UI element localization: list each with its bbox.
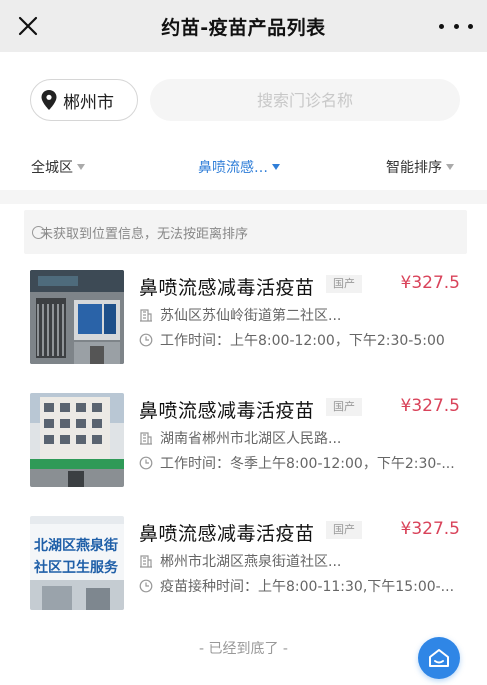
clinic-card[interactable]: 鼻喷流感减毒活疫苗 国产 ¥327.5 苏仙区苏仙岭街道第二社区... 工作时间… [0,270,487,390]
filter-sort-label: 智能排序 [386,160,442,176]
clinic-address-text: 苏仙区苏仙岭街道第二社区... [160,308,342,324]
dropdown-triangle-icon [272,164,280,170]
page-title: 约苗-疫苗产品列表 [161,16,326,39]
clinic-hours: 工作时间：冬季上午8:00-12:00，下午2:30-... [139,453,469,473]
clinic-hours-text: 工作时间：上午8:00-12:00，下午2:30-5:00 [160,333,445,349]
clinic-sign-text: 社区卫生服务 [33,559,119,576]
building-icon [140,432,152,445]
vaccine-price: ¥327.5 [400,396,460,416]
clinic-address-text: 郴州市北湖区燕泉街道社区... [160,554,342,570]
origin-tag: 国产 [326,275,362,293]
clinic-card[interactable]: 北湖区燕泉街 社区卫生服务 鼻喷流感减毒活疫苗 国产 ¥327.5 郴州市北湖区… [0,516,487,636]
vaccine-price: ¥327.5 [400,519,460,539]
clinic-address: 郴州市北湖区燕泉街道社区... [139,551,369,571]
dropdown-triangle-icon [77,164,85,170]
filter-bar: 全城区 鼻喷流感… 智能排序 [0,150,487,190]
vaccine-name: 鼻喷流感减毒活疫苗 [139,400,315,422]
filter-sort[interactable]: 智能排序 [386,154,454,180]
dot [468,23,473,29]
clock-icon [139,333,153,347]
clinic-address: 苏仙区苏仙岭街道第二社区... [139,305,369,325]
building-icon [140,555,152,568]
section-divider [0,190,487,204]
origin-tag: 国产 [326,398,362,416]
filter-vaccine[interactable]: 鼻喷流感… [198,154,280,180]
vaccine-name: 鼻喷流感减毒活疫苗 [139,277,315,299]
search-box[interactable] [150,79,460,121]
info-icon [32,225,45,239]
clinic-hours-text: 工作时间：冬季上午8:00-12:00，下午2:30-... [160,456,455,472]
building-icon [140,309,152,322]
home-button[interactable] [418,637,460,679]
notice-text: 未获取到位置信息，无法按距离排序 [40,226,249,242]
clinic-hours: 疫苗接种时间：上午8:00-11:30,下午15:00-... [139,576,469,596]
clinic-hours-text: 疫苗接种时间：上午8:00-11:30,下午15:00-... [160,579,455,595]
location-pin-icon [41,90,57,110]
search-row: 郴州市 [0,52,487,150]
clinic-photo [30,393,124,487]
clinic-photo [30,270,124,364]
clock-icon [139,456,153,470]
filter-vaccine-label: 鼻喷流感… [198,160,268,176]
filter-area-label: 全城区 [31,160,73,176]
clinic-sign-text: 北湖区燕泉街 [34,537,118,554]
title-bar: 约苗-疫苗产品列表 [0,0,487,52]
close-icon[interactable] [14,12,42,40]
more-dots-icon[interactable] [439,12,473,40]
vaccine-price: ¥327.5 [400,273,460,293]
clinic-address-text: 湖南省郴州市北湖区人民路... [160,431,342,447]
vaccine-name: 鼻喷流感减毒活疫苗 [139,523,315,545]
location-notice: 未获取到位置信息，无法按距离排序 [24,210,467,254]
clock-icon [139,579,153,593]
city-label: 郴州市 [63,92,114,113]
dot [453,23,459,29]
dot [439,23,444,29]
origin-tag: 国产 [326,521,362,539]
end-of-list-text: - 已经到底了 - [198,641,288,657]
filter-area[interactable]: 全城区 [31,154,85,180]
city-selector[interactable]: 郴州市 [30,79,138,121]
home-icon [429,649,449,667]
clinic-address: 湖南省郴州市北湖区人民路... [139,428,369,448]
search-input[interactable] [150,90,460,110]
dropdown-triangle-icon [446,164,454,170]
clinic-hours: 工作时间：上午8:00-12:00，下午2:30-5:00 [139,330,469,350]
clinic-card[interactable]: 鼻喷流感减毒活疫苗 国产 ¥327.5 湖南省郴州市北湖区人民路... 工作时间… [0,393,487,513]
clinic-photo: 北湖区燕泉街 社区卫生服务 [30,516,124,610]
